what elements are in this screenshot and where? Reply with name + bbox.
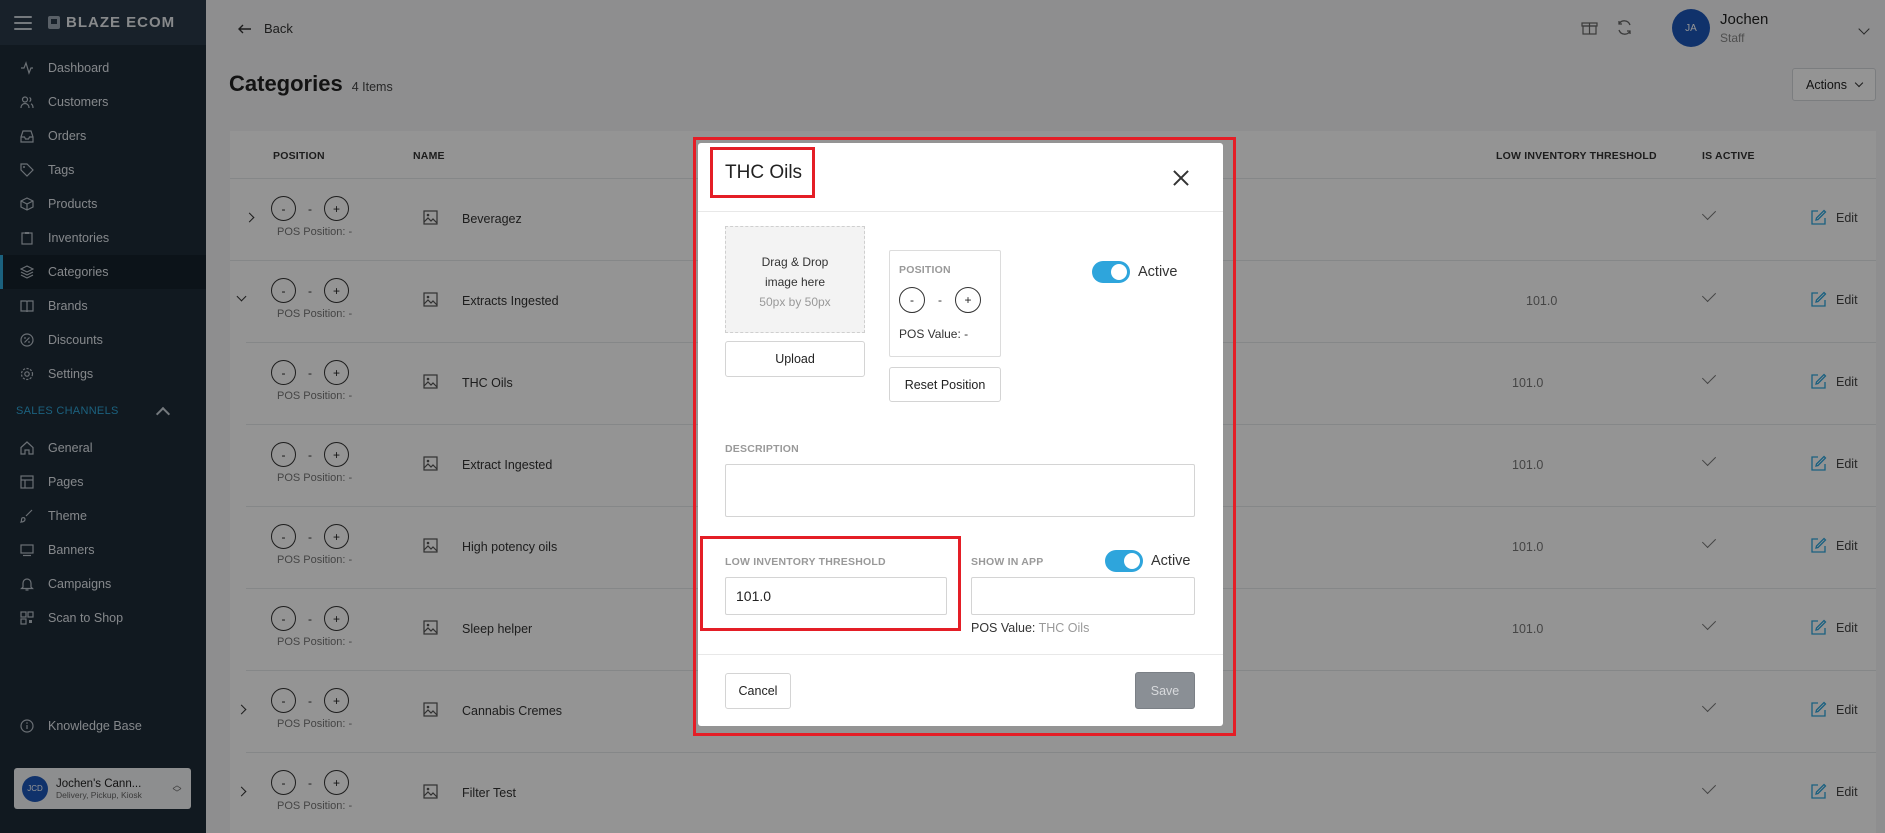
threshold-input[interactable] xyxy=(725,577,947,615)
show-in-app-toggle-row: Active xyxy=(1105,550,1191,572)
decrement-button[interactable]: - xyxy=(899,287,925,313)
pos-value-row: POS Value: THC Oils xyxy=(971,621,1089,635)
description-input[interactable] xyxy=(725,464,1195,517)
title-highlight: THC Oils xyxy=(710,147,815,198)
increment-button[interactable]: + xyxy=(955,287,981,313)
modal-divider xyxy=(698,654,1223,655)
active-toggle[interactable] xyxy=(1092,261,1130,283)
modal-header: THC Oils xyxy=(698,143,1223,212)
active-label: Active xyxy=(1138,264,1178,280)
dropzone-hint: 50px by 50px xyxy=(759,295,831,309)
position-box: POSITION - - + POS Value: - xyxy=(889,250,1001,357)
pos-value-label: POS Value: - xyxy=(899,327,969,341)
upload-button[interactable]: Upload xyxy=(725,341,865,377)
show-in-app-toggle[interactable] xyxy=(1105,550,1143,572)
pos-value-label: POS Value: xyxy=(971,621,1036,635)
reset-position-button[interactable]: Reset Position xyxy=(889,367,1001,402)
image-dropzone[interactable]: Drag & Drop image here 50px by 50px xyxy=(725,226,865,333)
position-value: - xyxy=(938,293,942,307)
show-in-app-active-label: Active xyxy=(1151,553,1191,569)
cancel-button[interactable]: Cancel xyxy=(725,673,791,709)
active-toggle-row: Active xyxy=(1092,261,1178,283)
threshold-label: LOW INVENTORY THRESHOLD xyxy=(725,556,886,568)
position-label: POSITION xyxy=(899,264,951,276)
dropzone-text-1: Drag & Drop xyxy=(761,255,829,269)
show-in-app-label: SHOW IN APP xyxy=(971,556,1044,568)
close-icon[interactable] xyxy=(1173,170,1189,186)
pos-value: THC Oils xyxy=(1038,621,1090,635)
show-in-app-input[interactable] xyxy=(971,577,1195,615)
description-label: DESCRIPTION xyxy=(725,443,799,455)
save-button[interactable]: Save xyxy=(1135,672,1195,709)
edit-category-modal: THC Oils Drag & Drop image here 50px by … xyxy=(698,143,1223,726)
dropzone-text-2: image here xyxy=(764,275,826,289)
modal-title: THC Oils xyxy=(725,161,803,183)
